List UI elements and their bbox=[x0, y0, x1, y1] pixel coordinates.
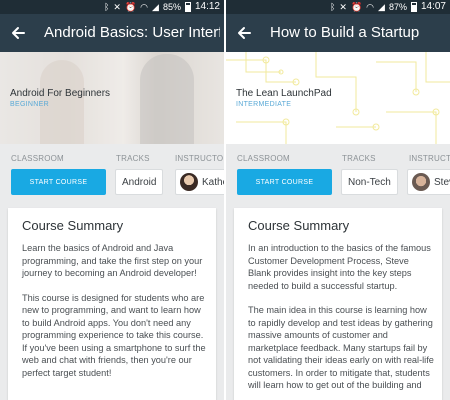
battery-icon bbox=[184, 2, 191, 12]
page-title: How to Build a Startup bbox=[270, 24, 420, 41]
clock: 14:07 bbox=[420, 1, 446, 12]
tracks-label: TRACKS bbox=[116, 154, 150, 163]
bluetooth-icon: ᛒ bbox=[330, 2, 336, 12]
summary-paragraph: In an introduction to the basics of the … bbox=[248, 243, 431, 291]
summary-paragraph: The main idea in this course is learning… bbox=[248, 305, 434, 390]
page-title: Android Basics: User Interf… bbox=[44, 24, 220, 41]
classroom-label: CLASSROOM bbox=[237, 154, 290, 163]
summary-body: Learn the basics of Android and Java pro… bbox=[22, 242, 208, 391]
course-name: The Lean LaunchPad bbox=[236, 88, 332, 99]
course-name: Android For Beginners bbox=[10, 88, 111, 99]
instructors-label: INSTRUCTORS bbox=[175, 154, 224, 163]
mute-icon: ✕ bbox=[339, 2, 347, 12]
back-arrow-icon[interactable] bbox=[234, 23, 254, 43]
status-bar: ᛒ ✕ ⏰ ◠ ◢ 87% 14:07 bbox=[226, 0, 450, 14]
instructor-chip[interactable]: Stev bbox=[407, 169, 450, 195]
status-bar: ᛒ ✕ ⏰ ◠ ◢ 85% 14:12 bbox=[0, 0, 224, 14]
battery-icon bbox=[410, 2, 417, 12]
summary-paragraph: Learn the basics of Android and Java pro… bbox=[22, 243, 203, 278]
screen-build-a-startup: ᛒ ✕ ⏰ ◠ ◢ 87% 14:07 How to Build a Start… bbox=[226, 0, 450, 400]
instructor-chip[interactable]: Kathe bbox=[175, 169, 224, 195]
instructors-label: INSTRUCTO bbox=[409, 154, 450, 163]
course-meta: CLASSROOM TRACKS INSTRUCTO START COURSE … bbox=[226, 144, 450, 200]
start-course-button[interactable]: START COURSE bbox=[237, 169, 332, 195]
summary-paragraph: This course is designed for students who… bbox=[22, 292, 206, 378]
instructor-name: Stev bbox=[434, 176, 450, 188]
tracks-label: TRACKS bbox=[342, 154, 376, 163]
signal-icon: ◢ bbox=[378, 2, 385, 12]
course-level: INTERMEDIATE bbox=[236, 101, 292, 108]
summary-title: Course Summary bbox=[248, 218, 350, 233]
track-chip[interactable]: Non-Tech bbox=[341, 169, 398, 195]
alarm-icon: ⏰ bbox=[124, 2, 137, 12]
bluetooth-icon: ᛒ bbox=[104, 2, 110, 12]
alarm-icon: ⏰ bbox=[350, 2, 363, 12]
course-hero-image: Android For Beginners BEGINNER bbox=[0, 52, 224, 144]
course-level: BEGINNER bbox=[10, 101, 49, 108]
screen-android-basics: ᛒ ✕ ⏰ ◠ ◢ 85% 14:12 Android Basics: User… bbox=[0, 0, 224, 400]
clock: 14:12 bbox=[194, 1, 220, 12]
app-bar: Android Basics: User Interf… bbox=[0, 14, 224, 52]
summary-title: Course Summary bbox=[22, 218, 124, 233]
instructor-name: Kathe bbox=[202, 176, 224, 188]
wifi-icon: ◠ bbox=[140, 2, 149, 12]
back-arrow-icon[interactable] bbox=[8, 23, 28, 43]
course-meta: CLASSROOM TRACKS INSTRUCTORS START COURS… bbox=[0, 144, 224, 200]
classroom-label: CLASSROOM bbox=[11, 154, 64, 163]
battery-percent: 87% bbox=[388, 2, 407, 12]
summary-body: In an introduction to the basics of the … bbox=[248, 242, 434, 400]
start-course-button[interactable]: START COURSE bbox=[11, 169, 106, 195]
mute-icon: ✕ bbox=[113, 2, 121, 12]
course-summary-card: Course Summary In an introduction to the… bbox=[234, 208, 442, 400]
app-bar: How to Build a Startup bbox=[226, 14, 450, 52]
battery-percent: 85% bbox=[162, 2, 181, 12]
avatar bbox=[180, 173, 198, 191]
track-chip[interactable]: Android bbox=[115, 169, 164, 195]
wifi-icon: ◠ bbox=[366, 2, 375, 12]
course-summary-card: Course Summary Learn the basics of Andro… bbox=[8, 208, 216, 400]
signal-icon: ◢ bbox=[152, 2, 159, 12]
avatar bbox=[412, 173, 430, 191]
course-hero-image: The Lean LaunchPad INTERMEDIATE bbox=[226, 52, 450, 144]
